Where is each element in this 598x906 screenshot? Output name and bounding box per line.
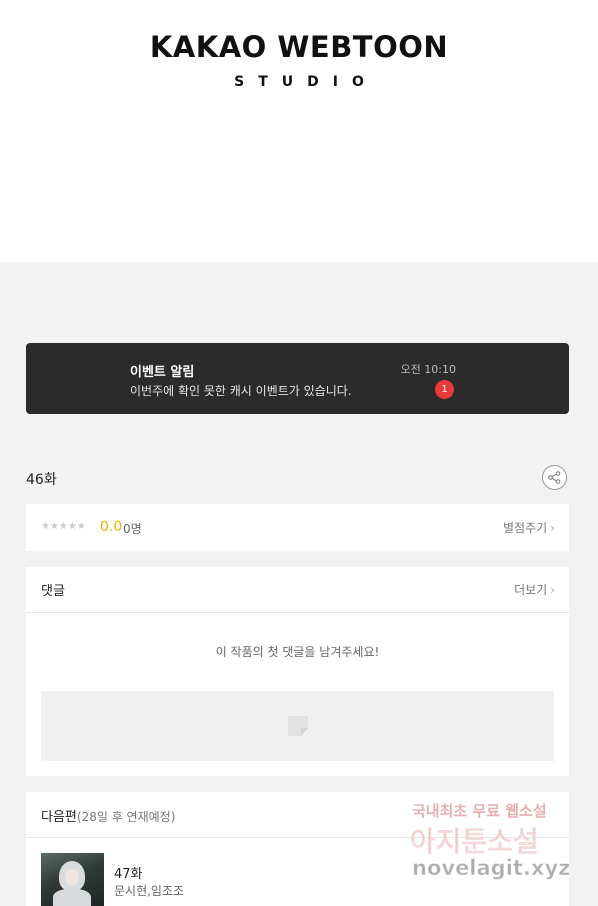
rate-button[interactable]: 별점주기 › [503,519,555,536]
rate-button-label: 별점주기 [503,521,548,535]
comment-icon [288,716,308,736]
watermark-line3: novelagit.xyz [411,856,571,881]
notification-message: 이번주에 확인 못한 캐시 이벤트가 있습니다. [130,384,352,398]
next-episode-number: 47화 [114,867,143,882]
rating-stars: ★★★★★ [41,521,86,532]
comment-input[interactable] [41,691,554,761]
comments-more-label: 더보기 [514,583,548,597]
comments-title: 댓글 [41,584,65,599]
rating-score: 0.0 [100,519,123,535]
next-episode-authors: 문시현,임조조 [114,884,185,898]
chevron-right-icon: › [550,521,555,535]
logo-title: KAKAO WEBTOON [149,30,449,64]
notification-badge: 1 [435,380,454,399]
comments-card: 댓글 더보기 › 이 작품의 첫 댓글을 남겨주세요! [26,567,569,776]
episode-title: 46화 [26,472,57,488]
next-episode-thumbnail[interactable] [41,853,104,906]
share-button[interactable] [542,465,567,490]
comments-empty-text: 이 작품의 첫 댓글을 남겨주세요! [215,645,380,659]
share-icon [548,471,561,484]
next-episode-label: 다음편 [41,810,77,825]
chevron-right-icon: › [550,583,555,597]
watermark: 국내최초 무료 웹소설 아지툰소설 novelagit.xyz [410,800,585,890]
next-episode-title: 다음편(28일 후 연재예정) [41,806,175,825]
comments-more-button[interactable]: 더보기 › [514,581,555,598]
rating-card: ★★★★★ 0.0 0명 별점주기 › [26,504,569,551]
thumbnail-figure-body [53,889,91,906]
event-notification[interactable]: 이벤트 알림 이번주에 확인 못한 캐시 이벤트가 있습니다. 오전 10:10… [26,343,569,414]
thumbnail-figure-face [65,869,79,885]
header: KAKAO WEBTOON STUDIO [0,0,598,262]
notification-time: 오전 10:10 [400,363,456,376]
rating-count: 0명 [123,522,142,536]
watermark-line2: 아지툰소설 [410,825,540,859]
notification-title: 이벤트 알림 [130,365,195,380]
next-episode-schedule: (28일 후 연재예정) [76,810,176,824]
comments-header: 댓글 더보기 › [26,567,569,613]
logo-subtitle: STUDIO [234,74,378,90]
watermark-line1: 국내최초 무료 웹소설 [412,802,547,820]
